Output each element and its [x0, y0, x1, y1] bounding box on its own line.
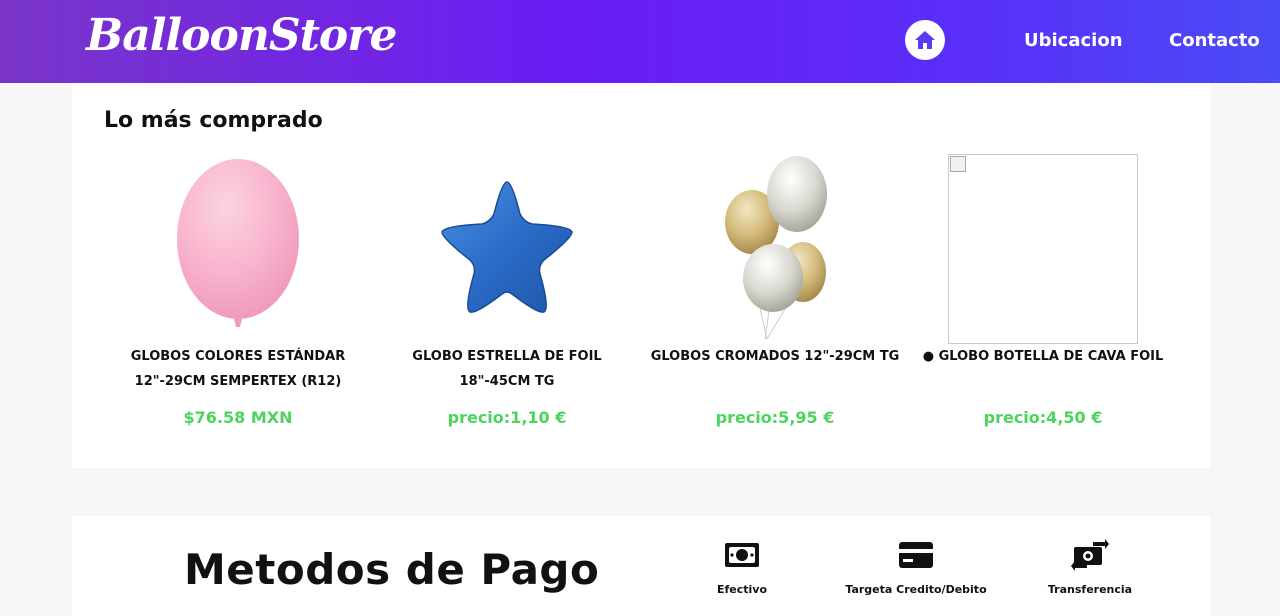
payment-method-label: Targeta Credito/Debito — [845, 583, 987, 596]
product-price: precio:5,95 € — [715, 408, 835, 427]
payment-method-cash: Efectivo — [642, 538, 842, 608]
section-title: Lo más comprado — [104, 108, 323, 133]
payment-method-label: Transferencia — [1047, 583, 1133, 596]
product-image[interactable] — [143, 154, 333, 344]
product-price: $76.58 MXN — [183, 408, 293, 427]
pink-balloon-image — [177, 158, 299, 327]
payment-method-transfer: Transferencia — [990, 538, 1190, 608]
broken-image-icon — [950, 156, 966, 172]
product-card[interactable]: GLOBOS CROMADOS 12"-29CM TG precio:5,95 … — [645, 150, 905, 440]
product-card[interactable]: GLOBOS COLORES ESTÁNDAR 12"-29CM SEMPERT… — [108, 150, 368, 440]
header: BalloonStore Ubicacion Contacto — [0, 0, 1280, 83]
home-button[interactable] — [905, 20, 945, 60]
product-name: GLOBOS CROMADOS 12"-29CM TG — [650, 349, 900, 364]
blue-star-image — [441, 181, 573, 313]
product-card[interactable]: GLOBO ESTRELLA DE FOIL 18"-45CM TG preci… — [377, 150, 637, 440]
credit-card-icon — [896, 538, 936, 572]
payment-title: Metodos de Pago — [184, 545, 600, 594]
broken-image — [948, 154, 1138, 344]
product-price: precio:1,10 € — [447, 408, 567, 427]
product-name: ● GLOBO BOTELLA DE CAVA FOIL — [922, 349, 1164, 364]
product-name: GLOBOS COLORES ESTÁNDAR 12"-29CM SEMPERT… — [130, 349, 346, 389]
nav-contacto[interactable]: Contacto — [1169, 30, 1260, 51]
payment-method-card: Targeta Credito/Debito — [816, 538, 1016, 608]
chrome-balloons-image — [725, 156, 827, 340]
product-card[interactable]: ● GLOBO BOTELLA DE CAVA FOIL precio:4,50… — [913, 150, 1173, 440]
product-image[interactable] — [948, 154, 1138, 344]
cash-icon — [722, 538, 762, 572]
nav-ubicacion[interactable]: Ubicacion — [1024, 30, 1123, 51]
home-icon — [915, 31, 935, 49]
payment-method-label: Efectivo — [716, 583, 768, 596]
transfer-icon — [1070, 538, 1110, 572]
product-image[interactable] — [680, 154, 870, 344]
product-price: precio:4,50 € — [983, 408, 1103, 427]
logo[interactable]: BalloonStore — [86, 10, 397, 61]
product-image[interactable] — [412, 154, 602, 344]
product-name: GLOBO ESTRELLA DE FOIL 18"-45CM TG — [412, 349, 602, 389]
